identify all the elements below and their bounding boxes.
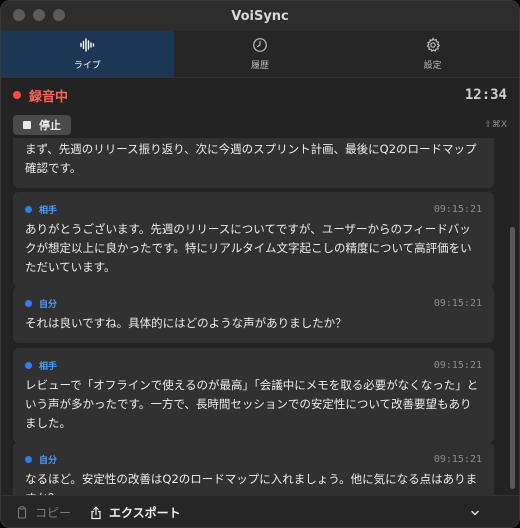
transcript-item: 相手 09:15:21 レビューで「オフラインで使えるのが最高」「会議中にメモを… — [13, 348, 494, 443]
copy-icon — [17, 505, 27, 519]
recording-dot-icon — [13, 91, 21, 99]
stop-shortcut-hint: ⇧⌘X — [484, 120, 507, 130]
speaker-label: 相手 — [39, 205, 58, 216]
minimize-window-button[interactable] — [33, 9, 45, 21]
title-bar: VoiSync — [1, 1, 519, 31]
transcript-item: まず、先週のリリース振り返り、次に今週のスプリント計画、最後にQ2のロードマップ… — [13, 138, 494, 188]
transcript-text: まず、先週のリリース振り返り、次に今週のスプリント計画、最後にQ2のロードマップ… — [25, 142, 477, 175]
control-row: 停止 ⇧⌘X — [1, 112, 519, 138]
waveform-icon — [80, 38, 95, 52]
recording-status: 録音中 12:34 — [1, 78, 519, 112]
transcript-item: 相手 09:15:21 ありがとうございます。先週のリリースについてですが、ユー… — [13, 192, 494, 287]
clock-icon — [253, 38, 267, 52]
tab-settings[interactable]: 設定 — [346, 31, 519, 77]
chevron-down-icon[interactable] — [469, 507, 481, 519]
gear-icon — [426, 37, 440, 53]
speaker-label: 自分 — [39, 299, 58, 310]
speaker-dot-icon — [25, 299, 32, 307]
transcript-text: レビューで「オフラインで使えるのが最高」「会議中にメモを取る必要がなくなった」と… — [25, 378, 479, 430]
tab-history[interactable]: 履歴 — [174, 31, 347, 77]
tab-live[interactable]: ライブ — [1, 31, 174, 77]
transcript-item: 自分 09:15:21 なるほど。安定性の改善はQ2のロードマップに入れましょう… — [13, 442, 494, 495]
stop-button[interactable]: 停止 — [13, 115, 71, 135]
copy-button[interactable]: コピー — [15, 504, 71, 521]
export-button-label: エクスポート — [109, 506, 181, 520]
speaker-dot-icon — [25, 361, 32, 369]
speaker-dot-icon — [25, 455, 32, 463]
export-button[interactable]: エクスポート — [89, 504, 181, 521]
window-title: VoiSync — [231, 8, 289, 24]
transcript-text: ありがとうございます。先週のリリースについてですが、ユーザーからのフィードバック… — [25, 222, 472, 274]
stop-button-label: 停止 — [39, 119, 61, 132]
tab-history-label: 履歴 — [251, 61, 270, 71]
timestamp: 09:15:21 — [433, 359, 482, 371]
speaker-label: 相手 — [39, 361, 58, 372]
timestamp: 09:15:21 — [433, 453, 482, 465]
transcript-list[interactable]: まず、先週のリリース振り返り、次に今週のスプリント計画、最後にQ2のロードマップ… — [1, 138, 507, 495]
speaker-label: 自分 — [39, 455, 58, 466]
tab-live-label: ライブ — [73, 61, 101, 71]
share-icon — [91, 505, 101, 519]
elapsed-timer: 12:34 — [464, 87, 507, 103]
zoom-window-button[interactable] — [53, 9, 65, 21]
timestamp: 09:15:21 — [433, 203, 482, 215]
recording-label: 録音中 — [29, 89, 69, 105]
close-window-button[interactable] — [13, 9, 25, 21]
timestamp: 09:15:21 — [433, 297, 482, 309]
copy-button-label: コピー — [35, 506, 72, 520]
transcript-item: 自分 09:15:21 それは良いですね。具体的にはどのような声がありましたか？ — [13, 286, 494, 343]
transcript-text: なるほど。安定性の改善はQ2のロードマップに入れましょう。他に気になる点はありま… — [25, 472, 478, 495]
scrollbar[interactable] — [510, 227, 515, 489]
stop-icon — [23, 121, 31, 129]
app-window: VoiSync ライブ 履歴 設定 録音中 12:34 停止 ⇧⌘X まず、先週… — [0, 0, 520, 528]
bottom-toolbar: コピー エクスポート — [1, 495, 519, 527]
speaker-dot-icon — [25, 205, 32, 213]
tab-bar: ライブ 履歴 設定 — [1, 31, 519, 78]
tab-settings-label: 設定 — [423, 61, 442, 71]
transcript-text: それは良いですね。具体的にはどのような声がありましたか？ — [25, 316, 347, 330]
window-controls — [13, 9, 65, 21]
